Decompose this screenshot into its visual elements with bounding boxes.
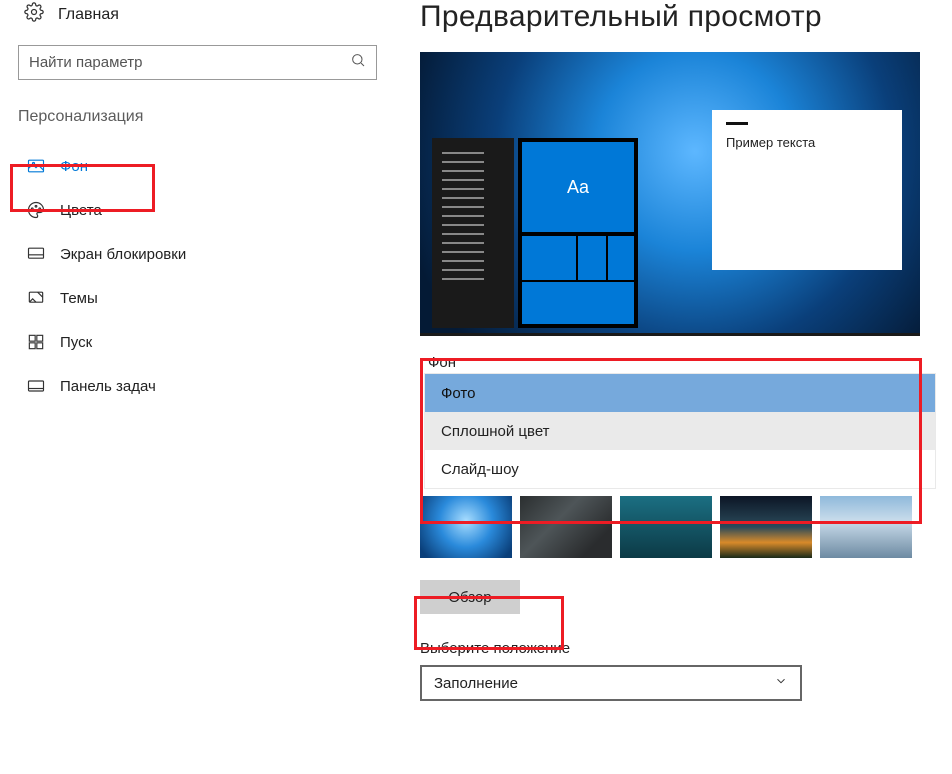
start-icon	[26, 332, 46, 352]
dropdown-option-slideshow[interactable]: Слайд-шоу	[425, 450, 935, 488]
taskbar-icon	[26, 376, 46, 396]
preview-tile-aa: Aa	[522, 142, 634, 232]
sidebar-item-lockscreen[interactable]: Экран блокировки	[18, 232, 377, 276]
desktop-preview: Aa Пример текста	[420, 52, 920, 336]
themes-icon	[26, 288, 46, 308]
preview-start-panel	[432, 138, 514, 328]
wallpaper-thumb-2[interactable]	[520, 496, 612, 558]
search-box[interactable]	[18, 45, 377, 80]
picture-icon	[26, 156, 46, 176]
sidebar-item-label: Панель задач	[60, 378, 156, 395]
lockscreen-icon	[26, 244, 46, 264]
wallpaper-thumb-3[interactable]	[620, 496, 712, 558]
home-label: Главная	[58, 6, 119, 24]
wallpaper-thumb-1[interactable]	[420, 496, 512, 558]
page-title: Предварительный просмотр	[420, 0, 940, 34]
background-label: Фон	[420, 354, 940, 371]
settings-sidebar: Главная Персонализация Фон Цвета Экран б…	[0, 0, 395, 774]
gear-icon	[24, 2, 44, 27]
sidebar-item-colors[interactable]: Цвета	[18, 188, 377, 232]
dropdown-option-photo[interactable]: Фото	[425, 374, 935, 412]
background-dropdown-open: Фото Сплошной цвет Слайд-шоу	[424, 373, 936, 489]
position-label: Выберите положение	[420, 640, 940, 657]
browse-button[interactable]: Обзор	[420, 580, 520, 614]
preview-taskbar	[420, 333, 920, 336]
sample-text-label: Пример текста	[726, 135, 888, 150]
preview-tiles: Aa	[518, 138, 638, 328]
sidebar-item-background[interactable]: Фон	[18, 144, 377, 188]
sidebar-item-label: Экран блокировки	[60, 246, 186, 263]
sidebar-item-label: Пуск	[60, 334, 92, 351]
chevron-down-icon	[774, 674, 788, 692]
sidebar-item-label: Цвета	[60, 202, 102, 219]
sidebar-item-taskbar[interactable]: Панель задач	[18, 364, 377, 408]
sidebar-item-label: Фон	[60, 158, 88, 175]
sidebar-item-themes[interactable]: Темы	[18, 276, 377, 320]
wallpaper-thumb-4[interactable]	[720, 496, 812, 558]
search-icon	[350, 52, 366, 73]
dropdown-option-solid[interactable]: Сплошной цвет	[425, 412, 935, 450]
wallpaper-thumb-5[interactable]	[820, 496, 912, 558]
search-input[interactable]	[29, 54, 350, 71]
sidebar-item-start[interactable]: Пуск	[18, 320, 377, 364]
preview-sample-window: Пример текста	[712, 110, 902, 270]
position-selected-value: Заполнение	[434, 675, 518, 692]
home-nav-item[interactable]: Главная	[24, 2, 377, 27]
section-title: Персонализация	[18, 108, 377, 126]
position-select[interactable]: Заполнение	[420, 665, 802, 701]
preview-menu-lines	[442, 152, 484, 280]
wallpaper-thumbnails	[420, 496, 940, 558]
main-content: Предварительный просмотр Aa Пример текст…	[420, 0, 940, 701]
sidebar-item-label: Темы	[60, 290, 98, 307]
palette-icon	[26, 200, 46, 220]
